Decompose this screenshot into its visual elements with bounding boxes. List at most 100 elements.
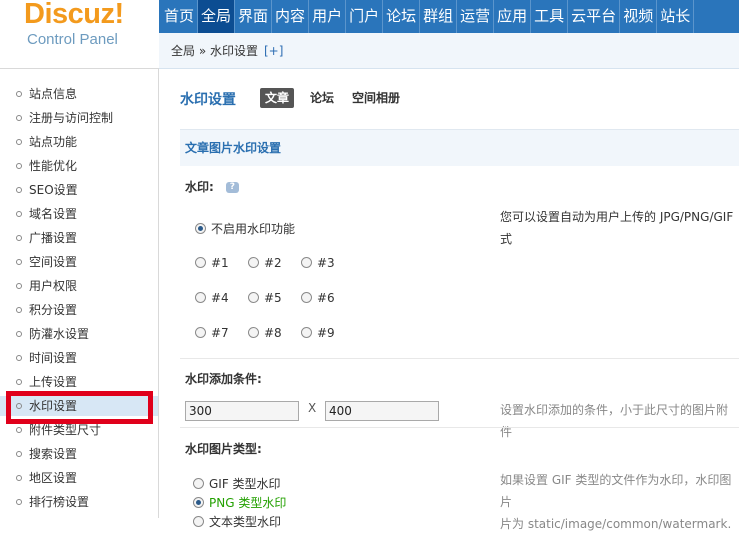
sidebar-item-site-features[interactable]: 站点功能 bbox=[0, 132, 158, 152]
nav-operations[interactable]: 运营 bbox=[457, 0, 495, 33]
radio-png-type[interactable]: PNG 类型水印 bbox=[193, 494, 286, 511]
sidebar-item-label: 排行榜设置 bbox=[29, 495, 90, 509]
bullet-icon bbox=[16, 475, 22, 481]
radio-label: #3 bbox=[317, 256, 335, 270]
radio-label: #8 bbox=[264, 326, 282, 340]
sidebar-item-label: 上传设置 bbox=[29, 375, 78, 389]
nav-portal[interactable]: 门户 bbox=[346, 0, 384, 33]
radio-label: PNG 类型水印 bbox=[209, 496, 287, 510]
radio-disable-watermark[interactable]: 不启用水印功能 bbox=[195, 220, 295, 237]
radio-position-5[interactable]: #5 bbox=[248, 291, 282, 305]
radio-position-7[interactable]: #7 bbox=[195, 326, 229, 340]
breadcrumb-path: 全局 » 水印设置 bbox=[171, 44, 258, 58]
sidebar-item-search[interactable]: 搜索设置 bbox=[0, 444, 158, 464]
radio-icon bbox=[248, 292, 259, 303]
sidebar-item-label: 站点功能 bbox=[29, 135, 78, 149]
radio-position-4[interactable]: #4 bbox=[195, 291, 229, 305]
nav-interface[interactable]: 界面 bbox=[235, 0, 273, 33]
radio-icon bbox=[301, 257, 312, 268]
sidebar-item-seo[interactable]: SEO设置 bbox=[0, 180, 158, 200]
bullet-icon bbox=[16, 379, 22, 385]
sidebar-item-label: 广播设置 bbox=[29, 231, 78, 245]
nav-tools[interactable]: 工具 bbox=[531, 0, 569, 33]
logo-subtitle: Control Panel bbox=[27, 31, 118, 48]
sidebar-item-broadcast[interactable]: 广播设置 bbox=[0, 228, 158, 248]
sidebar-item-label: 性能优化 bbox=[29, 159, 78, 173]
bullet-icon bbox=[16, 499, 22, 505]
sidebar-item-region[interactable]: 地区设置 bbox=[0, 468, 158, 488]
highlight-box bbox=[6, 391, 153, 424]
sidebar-item-label: 注册与访问控制 bbox=[29, 111, 114, 125]
sidebar-item-antiflood[interactable]: 防灌水设置 bbox=[0, 324, 158, 344]
sidebar-item-label: 域名设置 bbox=[29, 207, 78, 221]
radio-selected-icon bbox=[195, 223, 206, 234]
radio-text-type[interactable]: 文本类型水印 bbox=[193, 513, 281, 530]
bullet-icon bbox=[16, 427, 22, 433]
help-icon[interactable]: ? bbox=[225, 182, 239, 193]
radio-icon bbox=[195, 327, 206, 338]
radio-position-8[interactable]: #8 bbox=[248, 326, 282, 340]
sidebar-item-space[interactable]: 空间设置 bbox=[0, 252, 158, 272]
radio-position-2[interactable]: #2 bbox=[248, 256, 282, 270]
condition-label: 水印添加条件: bbox=[185, 372, 262, 386]
bullet-icon bbox=[16, 235, 22, 241]
logo[interactable]: Discuz! Control Panel bbox=[0, 0, 159, 68]
nav-webmaster[interactable]: 站长 bbox=[657, 0, 695, 33]
sidebar-item-label: 搜索设置 bbox=[29, 447, 78, 461]
dimension-separator: X bbox=[308, 401, 317, 415]
sidebar-item-ranking[interactable]: 排行榜设置 bbox=[0, 492, 158, 512]
radio-label: #9 bbox=[317, 326, 335, 340]
sidebar-item-performance[interactable]: 性能优化 bbox=[0, 156, 158, 176]
radio-position-3[interactable]: #3 bbox=[301, 256, 335, 270]
nav-users[interactable]: 用户 bbox=[309, 0, 347, 33]
bullet-icon bbox=[16, 163, 22, 169]
height-input[interactable]: 400 bbox=[325, 401, 439, 421]
tab-forum[interactable]: 论坛 bbox=[305, 88, 339, 108]
watermark-label: 水印:? bbox=[185, 178, 239, 195]
sidebar-item-upload[interactable]: 上传设置 bbox=[0, 372, 158, 392]
bullet-icon bbox=[16, 187, 22, 193]
nav-forum[interactable]: 论坛 bbox=[383, 0, 421, 33]
tab-space-album[interactable]: 空间相册 bbox=[347, 88, 405, 108]
sidebar-item-label: SEO设置 bbox=[29, 183, 78, 197]
radio-label: GIF 类型水印 bbox=[209, 477, 281, 491]
nav-groups[interactable]: 群组 bbox=[420, 0, 458, 33]
radio-gif-type[interactable]: GIF 类型水印 bbox=[193, 475, 281, 492]
divider bbox=[180, 358, 739, 359]
sidebar-item-time[interactable]: 时间设置 bbox=[0, 348, 158, 368]
nav-video[interactable]: 视频 bbox=[620, 0, 658, 33]
radio-label: #6 bbox=[317, 291, 335, 305]
section-header: 文章图片水印设置 bbox=[180, 129, 739, 166]
radio-icon bbox=[195, 292, 206, 303]
hint-line: 您可以设置自动为用户上传的 JPG/PNG/GIF bbox=[500, 210, 734, 224]
nav-apps[interactable]: 应用 bbox=[494, 0, 532, 33]
radio-label: #7 bbox=[211, 326, 229, 340]
condition-hint: 设置水印添加的条件，小于此尺寸的图片附件 bbox=[500, 403, 729, 439]
sidebar-item-site-info[interactable]: 站点信息 bbox=[0, 84, 158, 104]
nav-content[interactable]: 内容 bbox=[272, 0, 310, 33]
nav-cloud[interactable]: 云平台 bbox=[568, 0, 621, 33]
bullet-icon bbox=[16, 211, 22, 217]
sidebar-item-register-access[interactable]: 注册与访问控制 bbox=[0, 108, 158, 128]
nav-home[interactable]: 首页 bbox=[161, 0, 199, 33]
logo-brand: Discuz! bbox=[24, 0, 124, 30]
bullet-icon bbox=[16, 307, 22, 313]
page-title: 水印设置 bbox=[180, 92, 236, 108]
divider bbox=[180, 427, 739, 428]
tab-article[interactable]: 文章 bbox=[260, 88, 295, 108]
radio-position-6[interactable]: #6 bbox=[301, 291, 335, 305]
sidebar-item-label: 附件类型尺寸 bbox=[29, 423, 102, 437]
radio-icon bbox=[195, 257, 206, 268]
sidebar-item-label: 地区设置 bbox=[29, 471, 78, 485]
sidebar-item-permissions[interactable]: 用户权限 bbox=[0, 276, 158, 296]
radio-position-1[interactable]: #1 bbox=[195, 256, 229, 270]
sidebar-item-credits[interactable]: 积分设置 bbox=[0, 300, 158, 320]
sidebar-item-domain[interactable]: 域名设置 bbox=[0, 204, 158, 224]
nav-global[interactable]: 全局 bbox=[198, 0, 236, 33]
radio-icon bbox=[301, 327, 312, 338]
bullet-icon bbox=[16, 259, 22, 265]
sidebar-item-label: 防灌水设置 bbox=[29, 327, 90, 341]
width-input[interactable]: 300 bbox=[185, 401, 299, 421]
radio-position-9[interactable]: #9 bbox=[301, 326, 335, 340]
add-shortcut-button[interactable]: [+] bbox=[264, 44, 283, 58]
